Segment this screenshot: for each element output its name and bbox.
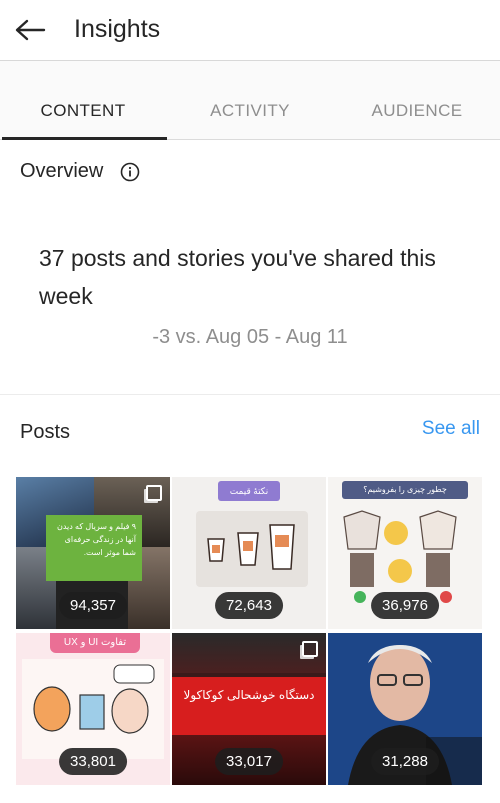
post-caption-overlay: ۹ فیلم و سریال که دیدن آنها در زندگی حرف… [46, 515, 142, 581]
post-caption-overlay: چطور چیزی را بفروشیم؟ [342, 481, 468, 499]
active-tab-indicator [2, 137, 167, 140]
page-title: Insights [74, 15, 161, 43]
overview-comparison: -3 vs. Aug 05 - Aug 11 [0, 326, 500, 349]
post-view-count: 94,357 [59, 592, 127, 619]
tab-audience[interactable]: AUDIENCE [334, 101, 500, 121]
overview-summary: 37 posts and stories you've shared this … [39, 245, 436, 309]
section-divider [0, 394, 500, 395]
see-all-link[interactable]: See all [422, 418, 480, 440]
overview-heading: Overview [20, 160, 104, 182]
post-caption-overlay: نکتهٔ قیمت [218, 481, 280, 501]
post-thumbnail[interactable]: 31,288 [328, 633, 482, 785]
posts-heading: Posts [20, 421, 71, 443]
tab-bar: CONTENT ACTIVITY AUDIENCE [0, 60, 500, 140]
arrow-left-icon [15, 19, 46, 41]
back-button[interactable] [10, 12, 50, 48]
post-thumbnail[interactable]: چطور چیزی را بفروشیم؟ 36,976 [328, 477, 482, 629]
post-thumbnail[interactable]: ۹ فیلم و سریال که دیدن آنها در زندگی حرف… [16, 477, 170, 629]
post-caption-overlay: تفاوت UI و UX [50, 633, 140, 653]
post-view-count: 33,801 [59, 748, 127, 775]
app-header: Insights [0, 0, 500, 60]
post-view-count: 31,288 [371, 748, 439, 775]
post-thumbnail[interactable]: دستگاه خوشحالی کوکاکولا 33,017 [172, 633, 326, 785]
info-circle-icon[interactable] [120, 162, 140, 182]
post-thumbnail[interactable]: تفاوت UI و UX 33,801 [16, 633, 170, 785]
multiple-images-icon [302, 641, 318, 657]
post-view-count: 72,643 [215, 592, 283, 619]
clothing-illustration-icon [343, 510, 457, 603]
multiple-images-icon [146, 485, 162, 501]
post-view-count: 33,017 [215, 748, 283, 775]
post-caption-overlay: دستگاه خوشحالی کوکاکولا [172, 677, 326, 735]
comic-illustration-icon [22, 659, 164, 759]
posts-grid: ۹ فیلم و سریال که دیدن آنها در زندگی حرف… [16, 477, 482, 785]
post-view-count: 36,976 [371, 592, 439, 619]
post-thumbnail[interactable]: نکتهٔ قیمت 72,643 [172, 477, 326, 629]
coffee-cups-icon [207, 524, 295, 570]
comparison-text: -3 vs. Aug 05 - Aug 11 [152, 326, 348, 348]
tab-content[interactable]: CONTENT [0, 101, 166, 121]
tab-activity[interactable]: ACTIVITY [167, 101, 333, 121]
